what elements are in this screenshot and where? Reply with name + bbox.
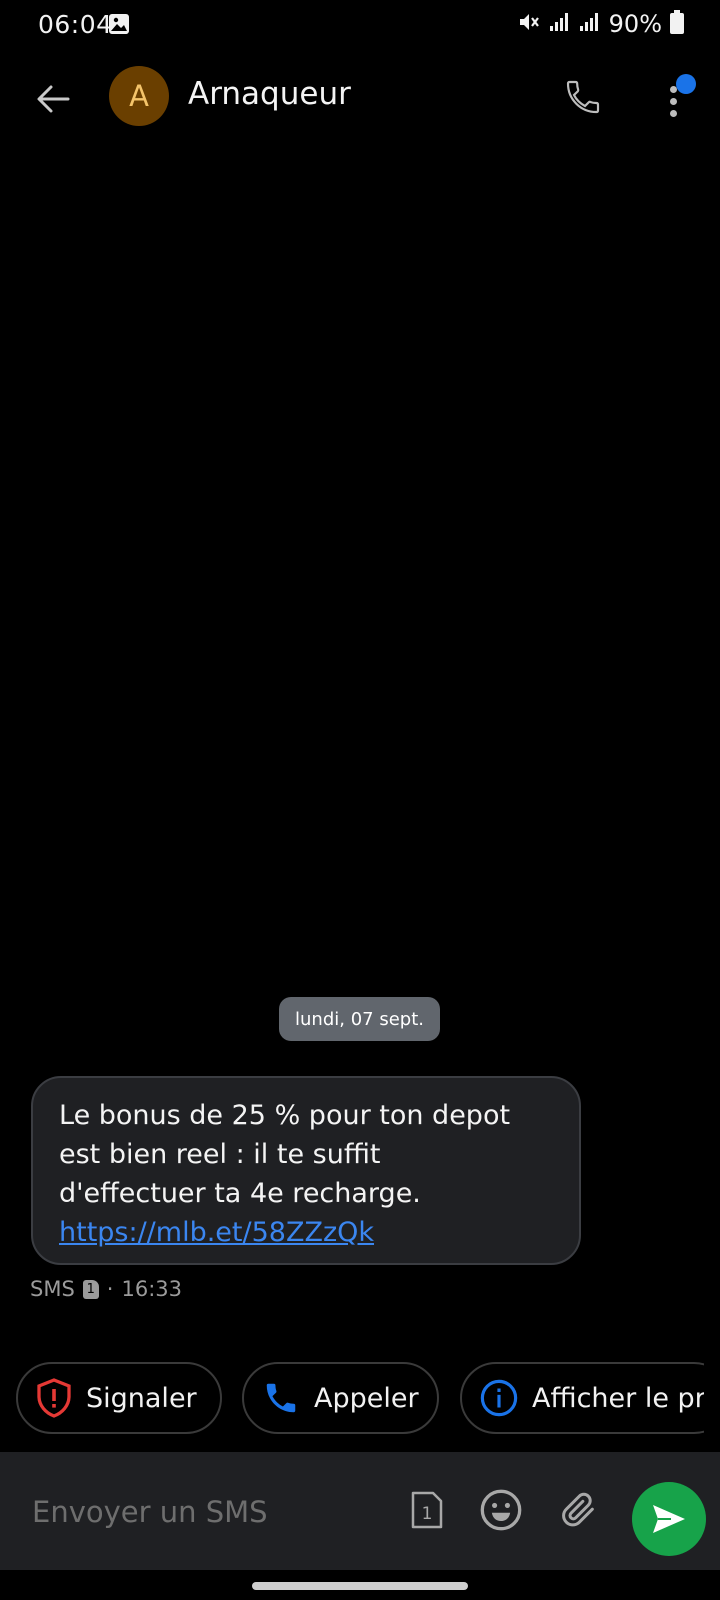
status-bar: 06:04 90% bbox=[0, 0, 720, 52]
message-type: SMS bbox=[30, 1277, 75, 1301]
call-button[interactable] bbox=[558, 72, 608, 122]
contact-name[interactable]: Arnaqueur bbox=[188, 76, 351, 112]
back-button[interactable] bbox=[28, 74, 78, 124]
suggestion-chips: Signaler Appeler Afficher le pr bbox=[16, 1362, 704, 1438]
signal-icon bbox=[549, 11, 571, 37]
meta-separator: · bbox=[106, 1277, 114, 1301]
sim-select-button[interactable]: 1 bbox=[400, 1483, 454, 1537]
send-icon bbox=[653, 1505, 685, 1533]
info-icon bbox=[480, 1379, 518, 1417]
image-icon bbox=[108, 13, 130, 39]
home-indicator[interactable] bbox=[252, 1582, 468, 1590]
message-bubble[interactable]: Le bonus de 25 % pour ton depot est bien… bbox=[31, 1076, 581, 1265]
more-dot bbox=[670, 98, 677, 105]
view-profile-chip-label: Afficher le pr bbox=[532, 1382, 704, 1414]
shield-alert-icon bbox=[37, 1378, 71, 1418]
status-time: 06:04 bbox=[38, 10, 113, 39]
battery-icon bbox=[670, 10, 684, 38]
more-dot bbox=[670, 110, 677, 117]
report-chip[interactable]: Signaler bbox=[16, 1362, 222, 1434]
battery-percent: 90% bbox=[608, 10, 662, 38]
call-chip[interactable]: Appeler bbox=[242, 1362, 439, 1434]
message-time: 16:33 bbox=[121, 1277, 182, 1301]
message-link[interactable]: https://mlb.et/58ZZzQk bbox=[59, 1213, 553, 1252]
conversation-header: A Arnaqueur bbox=[0, 62, 720, 134]
send-button[interactable] bbox=[632, 1482, 706, 1556]
emoji-button[interactable] bbox=[474, 1483, 528, 1537]
call-chip-label: Appeler bbox=[314, 1382, 419, 1414]
view-profile-chip[interactable]: Afficher le pr bbox=[460, 1362, 704, 1434]
report-chip-label: Signaler bbox=[86, 1382, 197, 1414]
avatar[interactable]: A bbox=[109, 66, 169, 126]
mute-icon bbox=[517, 10, 541, 38]
sim-card-icon: 1 bbox=[411, 1491, 443, 1529]
sim-number: 1 bbox=[422, 1504, 433, 1524]
arrow-left-icon bbox=[37, 85, 70, 113]
message-text: Le bonus de 25 % pour ton depot est bien… bbox=[59, 1100, 511, 1209]
more-options-button[interactable] bbox=[656, 72, 696, 122]
signal-icon bbox=[579, 11, 601, 37]
composer-bar: 1 bbox=[0, 1452, 720, 1570]
notification-badge bbox=[676, 74, 696, 94]
message-input[interactable] bbox=[30, 1486, 394, 1538]
date-separator: lundi, 07 sept. bbox=[279, 997, 440, 1041]
paperclip-icon bbox=[562, 1492, 594, 1527]
phone-icon bbox=[566, 80, 600, 114]
emoji-icon bbox=[480, 1489, 522, 1531]
status-icons: 90% bbox=[517, 10, 684, 38]
message-meta: SMS 1 · 16:33 bbox=[30, 1277, 182, 1301]
attach-button[interactable] bbox=[552, 1483, 606, 1537]
phone-icon bbox=[266, 1383, 296, 1413]
sim-icon: 1 bbox=[82, 1279, 99, 1299]
